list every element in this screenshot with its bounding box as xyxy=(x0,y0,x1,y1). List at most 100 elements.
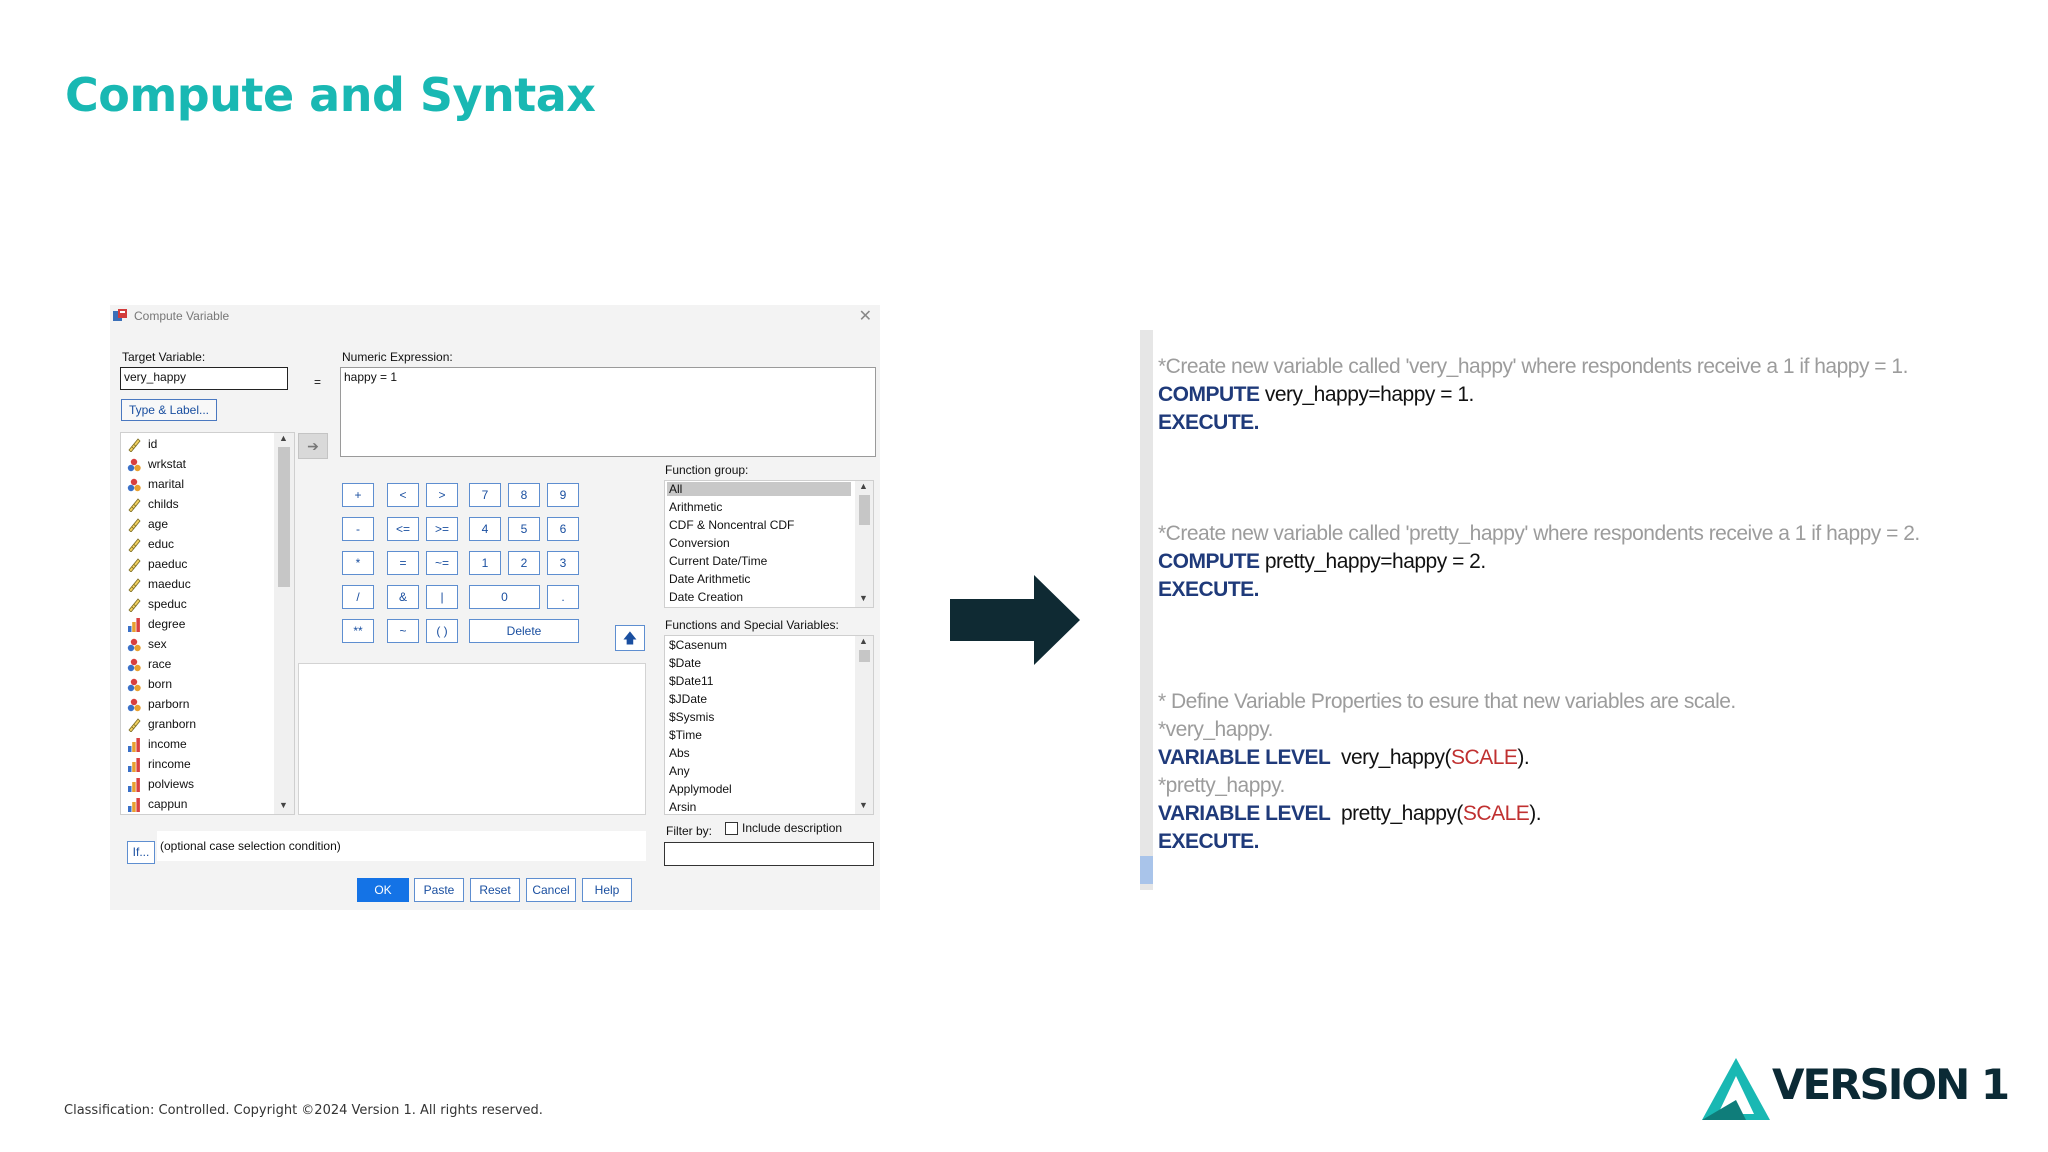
key-or[interactable]: | xyxy=(426,585,458,609)
syntax-text: very_happy=happy = 1. xyxy=(1259,383,1475,406)
scroll-down-icon[interactable]: ▼ xyxy=(279,800,288,810)
functions-list[interactable]: $Casenum $Date $Date11 $JDate $Sysmis $Time Ab… xyxy=(664,635,874,815)
key-and[interactable]: & xyxy=(387,585,419,609)
function-group-item[interactable]: Current Date/Time xyxy=(667,554,767,568)
key-multiply[interactable]: * xyxy=(342,551,374,575)
key-8[interactable]: 8 xyxy=(508,483,540,507)
key-0[interactable]: 0 xyxy=(469,585,540,609)
key-minus[interactable]: - xyxy=(342,517,374,541)
key-6[interactable]: 6 xyxy=(547,517,579,541)
variable-name: parborn xyxy=(148,697,190,711)
key-greater-than[interactable]: > xyxy=(426,483,458,507)
variable-name: wrkstat xyxy=(148,457,187,471)
syntax-keyword: EXECUTE. xyxy=(1158,411,1260,434)
variable-list-scrollbar[interactable]: ▲ ▼ xyxy=(274,433,294,814)
scroll-thumb[interactable] xyxy=(859,650,870,662)
scroll-thumb[interactable] xyxy=(278,447,290,587)
function-group-item[interactable]: All xyxy=(667,482,851,496)
function-group-item[interactable]: Date Arithmetic xyxy=(667,572,750,586)
footer-copyright: Classification: Controlled. Copyright ©2… xyxy=(64,1103,543,1118)
function-item[interactable]: Any xyxy=(667,764,690,778)
filter-by-label: Filter by: xyxy=(666,824,713,838)
nominal-icon xyxy=(127,678,141,692)
function-item[interactable]: Abs xyxy=(667,746,690,760)
function-item[interactable]: $Sysmis xyxy=(667,710,714,724)
ruler-icon xyxy=(128,438,141,452)
variable-list[interactable]: id wrkstat marital childs age educ paeduc maedu… xyxy=(120,432,295,815)
target-variable-label: Target Variable: xyxy=(122,350,206,364)
scroll-down-icon[interactable]: ▼ xyxy=(859,593,868,603)
key-5[interactable]: 5 xyxy=(508,517,540,541)
syntax-line: *Create new variable called 'pretty_happ… xyxy=(1158,522,1920,546)
function-group-item[interactable]: CDF & Noncentral CDF xyxy=(667,518,794,532)
syntax-keyword: EXECUTE. xyxy=(1158,578,1260,601)
key-3[interactable]: 3 xyxy=(547,551,579,575)
reset-button[interactable]: Reset xyxy=(470,878,520,902)
if-button[interactable]: If... xyxy=(127,841,155,864)
function-item[interactable]: $Date xyxy=(667,656,701,670)
move-function-up-button[interactable]: 🡅 xyxy=(615,625,645,651)
key-9[interactable]: 9 xyxy=(547,483,579,507)
ordinal-icon xyxy=(128,618,140,632)
scroll-up-icon[interactable]: ▲ xyxy=(859,636,868,646)
function-item[interactable]: Arsin xyxy=(667,800,696,814)
functions-label: Functions and Special Variables: xyxy=(665,618,839,632)
ruler-icon xyxy=(128,538,141,552)
key-4[interactable]: 4 xyxy=(469,517,501,541)
function-group-list[interactable]: All Arithmetic CDF & Noncentral CDF Convers… xyxy=(664,480,874,608)
variable-name: sex xyxy=(148,637,167,651)
scroll-thumb[interactable] xyxy=(859,495,870,525)
function-item[interactable]: $Date11 xyxy=(667,674,713,688)
function-item[interactable]: $Time xyxy=(667,728,702,742)
type-label-button[interactable]: Type & Label... xyxy=(121,399,217,421)
target-variable-input[interactable]: very_happy xyxy=(120,367,288,390)
move-variable-button[interactable]: ➔ xyxy=(298,433,328,459)
function-group-item[interactable]: Conversion xyxy=(667,536,730,550)
key-parentheses[interactable]: ( ) xyxy=(426,619,458,643)
compute-variable-dialog: Compute Variable ✕ Target Variable: very… xyxy=(110,305,880,910)
key-2[interactable]: 2 xyxy=(508,551,540,575)
syntax-editor[interactable]: *Create new variable called 'very_happy'… xyxy=(1140,330,1980,890)
function-group-item[interactable]: Date Creation xyxy=(667,590,743,604)
function-group-item[interactable]: Arithmetic xyxy=(667,500,722,514)
numeric-expression-input[interactable]: happy = 1 xyxy=(340,367,876,457)
close-icon[interactable]: ✕ xyxy=(859,306,872,326)
equals-sign: = xyxy=(314,375,322,389)
key-not[interactable]: ~ xyxy=(387,619,419,643)
key-decimal[interactable]: . xyxy=(547,585,579,609)
case-selection-condition: (optional case selection condition) xyxy=(157,831,646,861)
function-item[interactable]: $JDate xyxy=(667,692,707,706)
delete-button[interactable]: Delete xyxy=(469,619,579,643)
syntax-level: SCALE xyxy=(1462,802,1530,825)
key-equals[interactable]: = xyxy=(387,551,419,575)
key-less-equal[interactable]: <= xyxy=(387,517,419,541)
key-1[interactable]: 1 xyxy=(469,551,501,575)
scroll-down-icon[interactable]: ▼ xyxy=(859,800,868,810)
scroll-up-icon[interactable]: ▲ xyxy=(859,481,868,491)
key-plus[interactable]: + xyxy=(342,483,374,507)
key-divide[interactable]: / xyxy=(342,585,374,609)
scroll-up-icon[interactable]: ▲ xyxy=(279,433,288,443)
filter-input[interactable] xyxy=(664,842,874,866)
key-power[interactable]: ** xyxy=(342,619,374,643)
function-item[interactable]: Applymodel xyxy=(667,782,732,796)
function-group-scrollbar[interactable]: ▲ ▼ xyxy=(855,481,873,607)
numeric-expression-label: Numeric Expression: xyxy=(342,350,453,364)
key-less-than[interactable]: < xyxy=(387,483,419,507)
key-not-equal[interactable]: ~= xyxy=(426,551,458,575)
functions-scrollbar[interactable]: ▲ ▼ xyxy=(855,636,873,814)
key-greater-equal[interactable]: >= xyxy=(426,517,458,541)
arrow-right-icon: ➔ xyxy=(307,438,319,454)
function-item[interactable]: $Casenum xyxy=(667,638,727,652)
key-7[interactable]: 7 xyxy=(469,483,501,507)
ok-button[interactable]: OK xyxy=(357,878,409,902)
syntax-text: ). xyxy=(1517,746,1530,769)
syntax-line: COMPUTE pretty_happy=happy = 2. xyxy=(1158,550,1486,574)
help-button[interactable]: Help xyxy=(582,878,632,902)
syntax-line: COMPUTE very_happy=happy = 1. xyxy=(1158,383,1474,407)
cancel-button[interactable]: Cancel xyxy=(526,878,576,902)
version1-logo: VERSION 1 xyxy=(1700,1056,2010,1124)
paste-button[interactable]: Paste xyxy=(414,878,464,902)
include-description-checkbox[interactable] xyxy=(725,822,738,835)
variable-name: income xyxy=(148,737,187,751)
